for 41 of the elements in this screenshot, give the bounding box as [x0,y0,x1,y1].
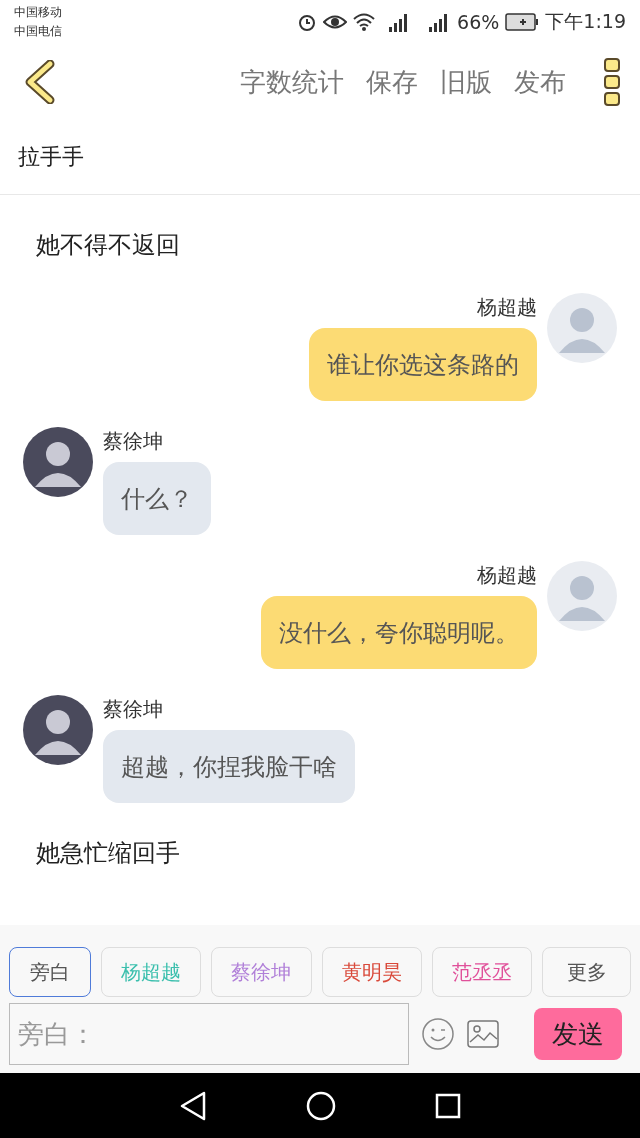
image-icon[interactable] [467,1020,499,1048]
role-chip[interactable]: 旁白 [9,947,91,997]
toolbar-action[interactable]: 字数统计 [240,64,344,100]
role-chip[interactable]: 蔡徐坤 [211,947,312,997]
role-chip[interactable]: 更多 [542,947,632,997]
avatar-icon [23,427,93,497]
carrier-name: 中国移动 [14,4,62,21]
home-icon[interactable] [306,1090,336,1121]
wifi-icon [353,13,376,31]
sender-name: 杨超越 [477,294,537,321]
narration-text: 她急忙缩回手 [35,838,181,869]
narration-text: 她不得不返回 [35,230,181,261]
message-bubble: 没什么，夸你聪明呢。 [261,596,537,669]
message-bubble: 超越，你捏我脸干啥 [103,730,355,803]
message-bubble: 谁让你选这条路的 [309,328,537,401]
battery-percent: 66% [457,11,500,33]
sender-name: 蔡徐坤 [103,428,163,455]
message-bubble: 什么？ [103,462,211,535]
back-icon[interactable] [24,60,56,104]
recents-icon[interactable] [434,1092,461,1119]
toolbar-action[interactable]: 保存 [366,64,418,100]
back-icon[interactable] [179,1090,208,1121]
role-chip[interactable]: 黄明昊 [321,947,423,997]
role-chip[interactable]: 范丞丞 [432,947,533,997]
carrier-name: 中国电信 [14,23,62,40]
more-icon[interactable] [604,58,620,106]
message-input[interactable]: 旁白： [9,1003,409,1065]
alarm-icon [297,12,318,32]
sender-name: 杨超越 [477,562,537,589]
avatar-icon [23,695,93,765]
emoji-icon[interactable] [421,1017,455,1051]
story-title: 拉手手 [18,143,84,171]
clock-time: 下午1:19 [545,9,626,34]
send-button[interactable]: 发送 [534,1008,622,1060]
avatar-icon [547,561,617,631]
battery-icon [505,13,540,31]
toolbar-action[interactable]: 旧版 [440,64,492,100]
sender-name: 蔡徐坤 [103,696,163,723]
avatar-icon [547,293,617,363]
eye-icon [323,13,348,31]
toolbar-action[interactable]: 发布 [514,64,566,100]
